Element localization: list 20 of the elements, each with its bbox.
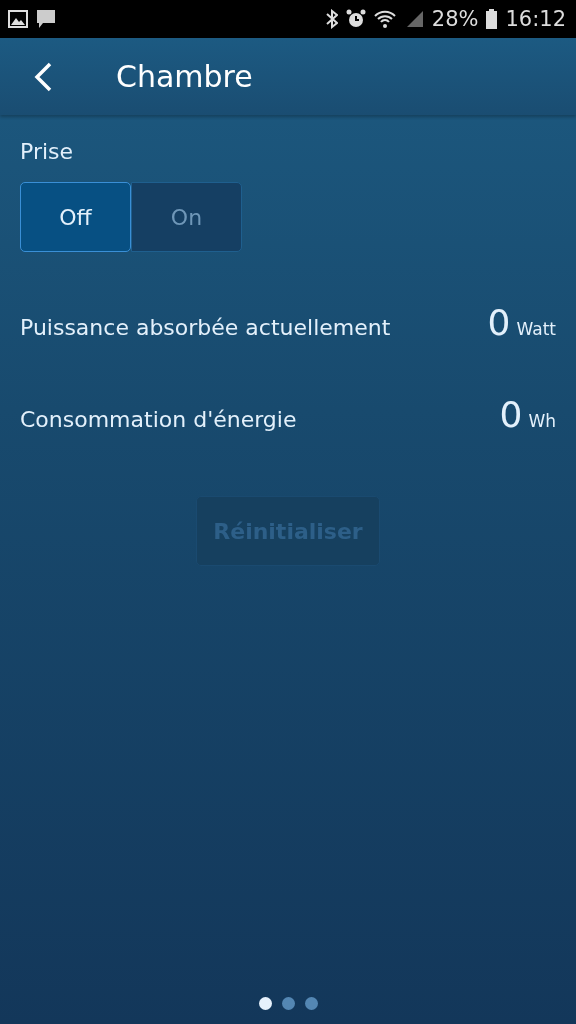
- toggle-option[interactable]: Off: [20, 182, 131, 252]
- back-button[interactable]: [32, 60, 54, 93]
- message-icon: [36, 9, 56, 29]
- toggle-option[interactable]: On: [131, 182, 242, 252]
- reading-value: 0: [487, 302, 511, 343]
- image-icon: [8, 10, 28, 28]
- section-label: Prise: [20, 139, 75, 164]
- wifi-icon: [373, 9, 398, 29]
- bluetooth-icon: [325, 9, 338, 29]
- reading-value: 0: [499, 394, 523, 435]
- clock-time: 16:12: [505, 7, 566, 31]
- reading-unit: Watt: [516, 319, 556, 339]
- screen-title: Chambre: [116, 59, 253, 94]
- signal-icon: [405, 10, 424, 28]
- battery-percent: 28%: [431, 7, 479, 31]
- reading-unit: Wh: [528, 411, 556, 431]
- battery-icon: [486, 9, 498, 29]
- reading-label: Puissance absorbée actuellement: [20, 315, 391, 340]
- alarm-icon: [345, 9, 366, 29]
- reading-label: Consommation d'énergie: [20, 407, 297, 432]
